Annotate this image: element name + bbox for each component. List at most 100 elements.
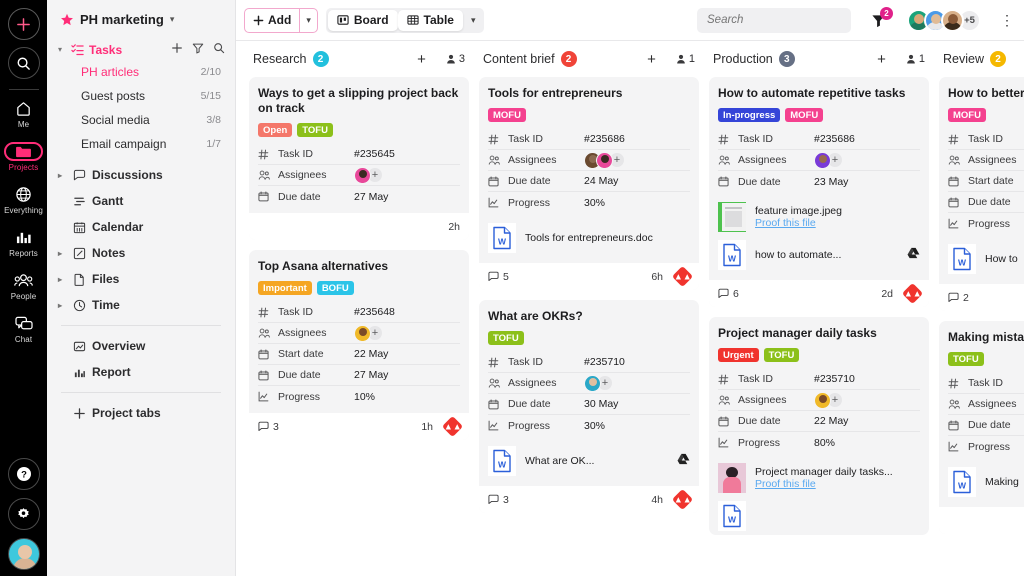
google-drive-icon[interactable] bbox=[677, 452, 690, 470]
column-members[interactable]: 3 bbox=[446, 53, 465, 65]
rail-item-people[interactable]: People bbox=[0, 271, 47, 301]
avatar[interactable] bbox=[354, 325, 371, 342]
task-tag[interactable]: TOFU bbox=[488, 331, 524, 345]
attachment-row[interactable]: WWhat are OK... bbox=[488, 442, 690, 480]
search-input[interactable] bbox=[697, 8, 851, 33]
add-card-button[interactable]: + bbox=[417, 52, 426, 67]
chevron-down-icon[interactable]: ▾ bbox=[170, 14, 175, 25]
more-options-icon[interactable]: ⋮ bbox=[1000, 16, 1014, 24]
google-drive-icon[interactable] bbox=[907, 246, 920, 264]
word-doc-icon[interactable]: W bbox=[488, 223, 516, 253]
assignee-group[interactable]: + bbox=[814, 152, 843, 169]
task-tag[interactable]: TOFU bbox=[297, 123, 333, 137]
assignee-group[interactable]: + bbox=[584, 152, 625, 169]
high-priority-icon[interactable]: ▲▲ bbox=[442, 416, 463, 437]
task-card[interactable]: Tools for entrepreneursMOFUTask ID#23568… bbox=[479, 77, 699, 290]
attachment-row[interactable]: WMaking bbox=[948, 463, 1024, 501]
task-tag[interactable]: TOFU bbox=[948, 352, 984, 366]
assignee-group[interactable]: + bbox=[354, 167, 383, 184]
task-tag[interactable]: MOFU bbox=[948, 108, 986, 122]
tab-board[interactable]: Board bbox=[328, 10, 398, 31]
member-avatars[interactable]: +5 bbox=[907, 9, 981, 32]
assignee-group[interactable]: + bbox=[814, 392, 843, 409]
settings-button[interactable] bbox=[8, 498, 40, 530]
filter-icon[interactable] bbox=[192, 42, 204, 57]
sidebar-item-files[interactable]: ▸ Files bbox=[47, 266, 235, 292]
rail-item-reports[interactable]: Reports bbox=[0, 228, 47, 258]
task-card[interactable]: Project manager daily tasksUrgentTOFUTas… bbox=[709, 317, 929, 535]
avatar[interactable] bbox=[814, 152, 831, 169]
chevron-right-icon[interactable]: ▸ bbox=[58, 171, 66, 180]
user-avatar[interactable] bbox=[8, 538, 40, 570]
attachment-row[interactable]: Project manager daily tasks...Proof this… bbox=[718, 459, 920, 497]
word-doc-icon[interactable]: W bbox=[948, 467, 976, 497]
add-card-button[interactable]: + bbox=[877, 52, 886, 67]
sidebar-item-overview[interactable]: Overview bbox=[47, 333, 235, 359]
task-tag[interactable]: MOFU bbox=[488, 108, 526, 122]
image-thumbnail[interactable] bbox=[718, 463, 746, 493]
sidebar-item-report[interactable]: Report bbox=[47, 359, 235, 385]
task-tag[interactable]: BOFU bbox=[317, 281, 354, 295]
filter-button[interactable]: 2 bbox=[871, 13, 886, 28]
avatar[interactable] bbox=[941, 9, 964, 32]
task-tag[interactable]: TOFU bbox=[764, 348, 800, 362]
word-doc-icon[interactable]: W bbox=[948, 244, 976, 274]
assignee-group[interactable]: + bbox=[354, 325, 383, 342]
avatar[interactable] bbox=[596, 152, 613, 169]
chevron-right-icon[interactable]: ▸ bbox=[58, 249, 66, 258]
task-card[interactable]: Top Asana alternativesImportantBOFUTask … bbox=[249, 250, 469, 440]
sidebar-item-email-campaign[interactable]: Email campaign 1/7 bbox=[47, 132, 235, 156]
comment-count[interactable]: 3 bbox=[488, 494, 509, 506]
add-dropdown-toggle[interactable]: ▾ bbox=[300, 9, 317, 32]
global-search-button[interactable] bbox=[8, 47, 40, 79]
sidebar-item-time[interactable]: ▸ Time bbox=[47, 292, 235, 318]
avatar[interactable] bbox=[354, 167, 371, 184]
rail-item-chat[interactable]: Chat bbox=[0, 314, 47, 344]
comment-count[interactable]: 2 bbox=[948, 292, 969, 304]
add-card-button[interactable]: + bbox=[647, 52, 656, 67]
view-dropdown-toggle[interactable]: ▾ bbox=[463, 8, 484, 33]
high-priority-icon[interactable]: ▲▲ bbox=[902, 283, 923, 304]
task-tag[interactable]: Important bbox=[258, 281, 312, 295]
chevron-down-icon[interactable]: ▾ bbox=[58, 45, 66, 54]
avatar[interactable] bbox=[814, 392, 831, 409]
add-button[interactable]: Add ▾ bbox=[244, 8, 318, 33]
rail-item-me[interactable]: Me bbox=[0, 99, 47, 129]
project-title-row[interactable]: PH marketing ▾ bbox=[47, 10, 235, 27]
assignee-group[interactable]: + bbox=[584, 375, 613, 392]
search-icon[interactable] bbox=[213, 42, 225, 57]
chevron-right-icon[interactable]: ▸ bbox=[58, 275, 66, 284]
proof-file-link[interactable]: Proof this file bbox=[755, 217, 842, 229]
task-tag[interactable]: Open bbox=[258, 123, 292, 137]
word-doc-icon[interactable]: W bbox=[488, 446, 516, 476]
high-priority-icon[interactable]: ▲▲ bbox=[672, 266, 693, 287]
word-doc-icon[interactable]: W bbox=[718, 501, 746, 531]
rail-item-everything[interactable]: Everything bbox=[0, 185, 47, 215]
sidebar-item-gantt[interactable]: Gantt bbox=[47, 188, 235, 214]
attachment-row[interactable]: WHow to bbox=[948, 240, 1024, 278]
word-doc-icon[interactable]: W bbox=[718, 240, 746, 270]
add-task-icon[interactable] bbox=[171, 42, 183, 57]
avatar[interactable] bbox=[584, 375, 601, 392]
sidebar-section-tasks[interactable]: ▾ Tasks bbox=[47, 39, 235, 60]
sidebar-item-ph-articles[interactable]: PH articles 2/10 bbox=[47, 60, 235, 84]
high-priority-icon[interactable]: ▲▲ bbox=[672, 489, 693, 510]
attachment-row[interactable]: W bbox=[718, 497, 920, 535]
sidebar-item-social-media[interactable]: Social media 3/8 bbox=[47, 108, 235, 132]
comment-count[interactable]: 6 bbox=[718, 288, 739, 300]
comment-count[interactable]: 5 bbox=[488, 271, 509, 283]
sidebar-item-notes[interactable]: ▸ Notes bbox=[47, 240, 235, 266]
task-card[interactable]: How to better h deadlines as aMOFUTask I… bbox=[939, 77, 1024, 311]
add-button[interactable] bbox=[8, 8, 40, 40]
sidebar-item-calendar[interactable]: Calendar bbox=[47, 214, 235, 240]
column-members[interactable]: 1 bbox=[906, 53, 925, 65]
task-tag[interactable]: Urgent bbox=[718, 348, 759, 362]
task-tag[interactable]: MOFU bbox=[785, 108, 823, 122]
sidebar-item-guest-posts[interactable]: Guest posts 5/15 bbox=[47, 84, 235, 108]
task-tag[interactable]: In-progress bbox=[718, 108, 780, 122]
rail-item-projects[interactable]: Projects bbox=[0, 142, 47, 172]
attachment-row[interactable]: WTools for entrepreneurs.doc bbox=[488, 219, 690, 257]
sidebar-item-discussions[interactable]: ▸ Discussions bbox=[47, 162, 235, 188]
comment-count[interactable]: 3 bbox=[258, 421, 279, 433]
task-card[interactable]: Making mistakTOFUTask IDAssigneesDue dat… bbox=[939, 321, 1024, 534]
